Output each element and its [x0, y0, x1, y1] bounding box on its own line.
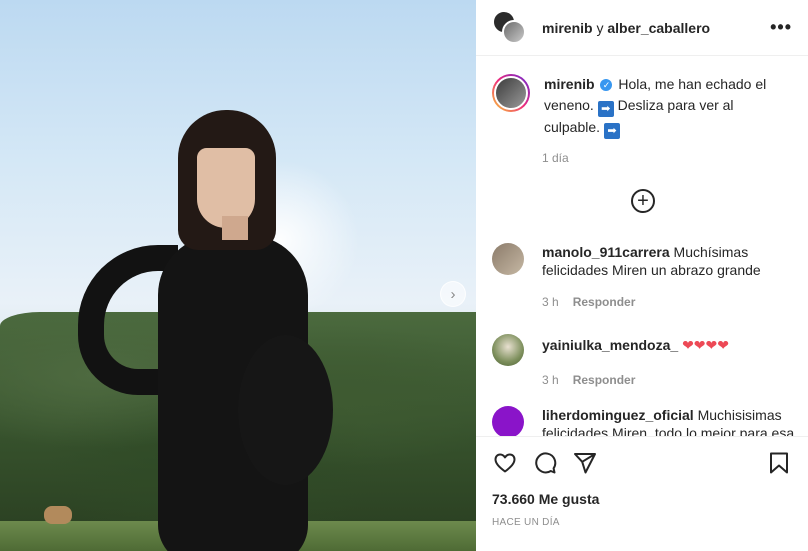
heart-emojis: ❤❤❤❤: [682, 337, 729, 353]
save-button[interactable]: [766, 450, 792, 476]
avatar[interactable]: [502, 19, 526, 44]
caption-username[interactable]: mirenib: [544, 76, 595, 92]
comments-section[interactable]: mirenib ✓ Hola, me han echado el veneno.…: [476, 56, 808, 436]
avatar[interactable]: [492, 406, 524, 436]
comment-time[interactable]: 3 h: [542, 373, 559, 387]
chevron-right-icon: ›: [450, 285, 456, 303]
woman-figure: [78, 215, 348, 551]
avatar[interactable]: [492, 334, 524, 366]
post-authors: mirenib y alber_caballero: [542, 20, 710, 36]
comment: yainiulka_mendoza_ ❤❤❤❤ 3 h Responder: [492, 334, 796, 389]
verified-badge-icon: ✓: [600, 79, 613, 91]
more-options-icon[interactable]: •••: [770, 17, 792, 38]
heart-icon: [494, 453, 516, 473]
post-actions: 73.660 Me gusta HACE UN DÍA: [476, 436, 808, 528]
load-more-comments-button[interactable]: +: [631, 189, 655, 213]
share-button[interactable]: [572, 450, 598, 476]
author-link[interactable]: mirenib: [542, 20, 593, 36]
send-icon: [574, 453, 596, 474]
next-photo-button[interactable]: ›: [440, 281, 466, 307]
post-sidebar: mirenib y alber_caballero ••• mirenib ✓ …: [476, 0, 808, 551]
comment-button[interactable]: [532, 450, 558, 476]
reply-button[interactable]: Responder: [573, 373, 636, 387]
comment-icon: [535, 452, 557, 474]
comment-username[interactable]: yainiulka_mendoza_: [542, 337, 678, 353]
comment-username[interactable]: manolo_911carrera: [542, 244, 670, 260]
comment-time[interactable]: 3 h: [542, 295, 559, 309]
avatar[interactable]: [492, 74, 530, 112]
author-conjunction: y: [596, 19, 604, 36]
arrow-right-icon: ➡: [603, 123, 620, 139]
likes-count[interactable]: 73.660 Me gusta: [492, 491, 792, 507]
arrow-right-icon: ➡: [597, 101, 614, 117]
dog: [44, 506, 72, 524]
post-timestamp[interactable]: HACE UN DÍA: [492, 517, 792, 528]
author-avatars[interactable]: [492, 9, 528, 46]
comment: liherdominguez_oficial Muchisisimas feli…: [492, 406, 796, 436]
caption-time[interactable]: 1 día: [542, 151, 808, 165]
comment-username[interactable]: liherdominguez_oficial: [542, 407, 694, 423]
avatar[interactable]: [492, 243, 524, 275]
plus-icon: +: [637, 190, 649, 212]
caption: mirenib ✓ Hola, me han echado el veneno.…: [476, 56, 808, 139]
neck: [222, 216, 248, 240]
like-button[interactable]: [492, 450, 518, 476]
coauthor-link[interactable]: alber_caballero: [607, 20, 710, 36]
reply-button[interactable]: Responder: [573, 295, 636, 309]
post-photo[interactable]: ›: [0, 0, 476, 551]
post-header: mirenib y alber_caballero •••: [476, 0, 808, 56]
comment: manolo_911carrera Muchísimas felicidades…: [492, 243, 796, 311]
bookmark-icon: [770, 452, 788, 474]
